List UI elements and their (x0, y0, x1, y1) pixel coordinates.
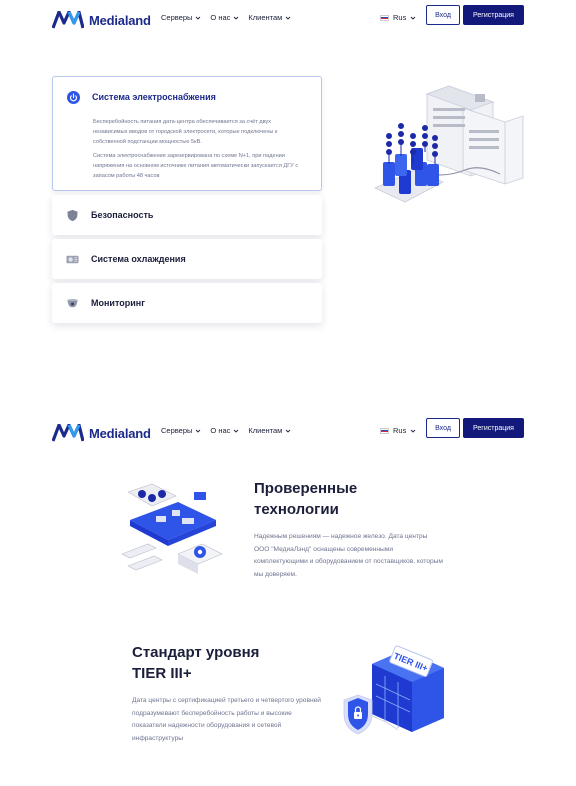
nav-clients[interactable]: Клиентам (248, 426, 291, 435)
header-sticky: Medialand Серверы О нас Клиентам Rus Вхо… (0, 418, 576, 448)
main-nav: Серверы О нас Клиентам (161, 13, 291, 22)
feature-tech-title: Проверенные технологии (254, 480, 358, 518)
ru-flag-icon (380, 427, 389, 434)
register-button[interactable]: Регистрация (463, 418, 524, 438)
logo[interactable]: Medialand (52, 11, 151, 29)
card-paragraph: Система электроснабжения зарезервирована… (93, 153, 299, 179)
shield-icon (67, 209, 78, 221)
chevron-down-icon (234, 16, 239, 20)
language-label: Rus (393, 426, 407, 435)
hardware-components-illustration (121, 483, 223, 574)
chevron-down-icon (411, 16, 416, 20)
power-infrastructure-illustration (374, 85, 524, 203)
chevron-down-icon (286, 429, 291, 433)
card-title: Система охлаждения (91, 254, 186, 264)
ru-flag-icon (380, 14, 389, 21)
nav-label: О нас (210, 426, 231, 435)
logo-mark-icon (52, 424, 84, 442)
logo-mark-icon (52, 11, 84, 29)
nav-about[interactable]: О нас (210, 426, 239, 435)
chevron-down-icon (411, 429, 416, 433)
brand-name: Medialand (89, 425, 151, 441)
main-nav: Серверы О нас Клиентам (161, 426, 291, 435)
card-title: Мониторинг (91, 298, 145, 308)
chevron-down-icon (196, 16, 201, 20)
camera-icon (66, 298, 79, 307)
card-security[interactable]: Безопасность (52, 195, 322, 235)
language-select[interactable]: Rus (380, 13, 416, 22)
language-select[interactable]: Rus (380, 426, 416, 435)
login-button[interactable]: Вход (426, 418, 460, 438)
cooling-unit-icon (66, 255, 79, 263)
chevron-down-icon (234, 429, 239, 433)
nav-label: Серверы (161, 13, 193, 22)
power-icon (67, 90, 80, 104)
card-paragraph: Бесперебойность питания дата-центра обес… (93, 119, 278, 145)
feature-tech-text: Надежным решениям — надежное железо. Дат… (254, 533, 443, 578)
card-monitoring[interactable]: Мониторинг (52, 283, 322, 323)
nav-label: Клиентам (248, 13, 283, 22)
header-top: Medialand Серверы О нас Клиентам Rus Вхо… (0, 5, 576, 35)
brand-name: Medialand (89, 12, 151, 28)
card-description: Бесперебойность питания дата-центра обес… (53, 117, 321, 193)
nav-clients[interactable]: Клиентам (248, 13, 291, 22)
logo[interactable]: Medialand (52, 424, 151, 442)
feature-tier-text: Дата центры с сертификацией третьего и ч… (132, 697, 321, 742)
tier-certification-illustration: TIER III+ (343, 645, 444, 735)
login-button[interactable]: Вход (426, 5, 460, 25)
feature-tier-title: Стандарт уровня TIER III+ (132, 644, 260, 682)
card-title: Система электроснабжения (92, 92, 216, 102)
nav-about[interactable]: О нас (210, 13, 239, 22)
nav-label: Клиентам (248, 426, 283, 435)
card-power[interactable]: Система электроснабжения Бесперебойность… (52, 76, 322, 191)
language-label: Rus (393, 13, 407, 22)
nav-label: Серверы (161, 426, 193, 435)
nav-label: О нас (210, 13, 231, 22)
card-title: Безопасность (91, 210, 154, 220)
chevron-down-icon (286, 16, 291, 20)
nav-servers[interactable]: Серверы (161, 426, 201, 435)
chevron-down-icon (196, 429, 201, 433)
nav-servers[interactable]: Серверы (161, 13, 201, 22)
register-button[interactable]: Регистрация (463, 5, 524, 25)
card-cooling[interactable]: Система охлаждения (52, 239, 322, 279)
